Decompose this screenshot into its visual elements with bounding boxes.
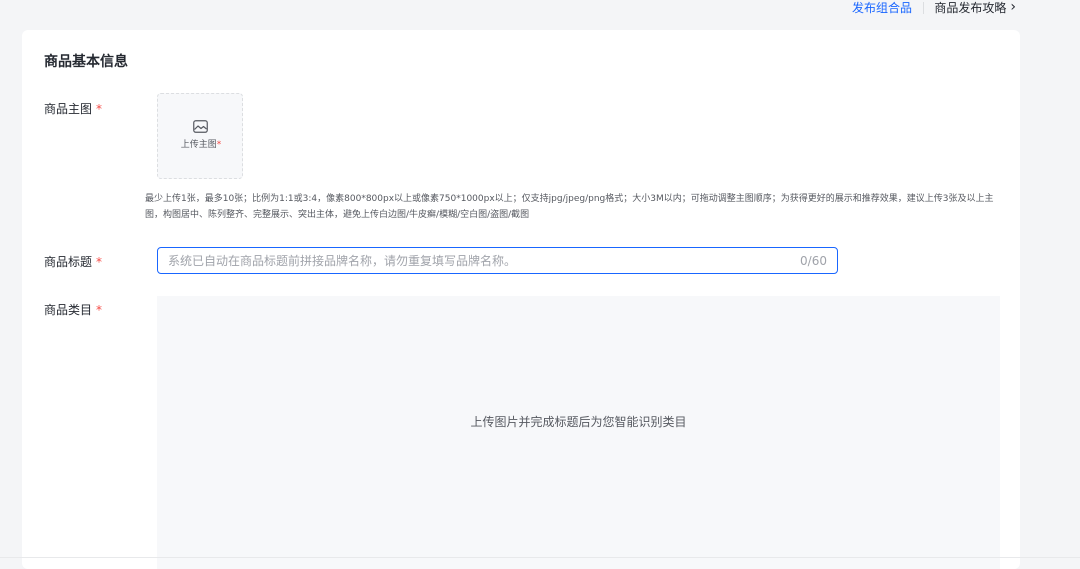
title-label: 商品标题 * — [44, 254, 102, 270]
top-bar: 发布组合品 商品发布攻略 › — [0, 0, 1080, 30]
upload-main-image-button[interactable]: 上传主图* — [157, 93, 243, 179]
main-image-label-text: 商品主图 — [44, 102, 93, 116]
upload-label: 上传主图 — [180, 140, 217, 150]
publish-guide-label: 商品发布攻略 — [934, 1, 1007, 15]
product-title-input[interactable]: 系统已自动在商品标题前拼接品牌名称，请勿重复填写品牌名称。 0/60 — [157, 247, 838, 274]
required-mark: * — [96, 255, 103, 269]
title-placeholder: 系统已自动在商品标题前拼接品牌名称，请勿重复填写品牌名称。 — [168, 254, 517, 268]
upload-main-image-text: 上传主图* — [158, 139, 244, 151]
basic-info-card: 商品基本信息 商品主图 * 上传主图* 最少上传1张，最多10张；比例为1:1或3… — [22, 30, 1020, 569]
title-label-text: 商品标题 — [44, 255, 93, 269]
main-image-hint: 最少上传1张，最多10张；比例为1:1或3:4，像素800*800px以上或像素… — [145, 194, 994, 220]
title-char-counter: 0/60 — [800, 254, 827, 268]
bottom-divider — [0, 557, 1080, 558]
required-mark: * — [216, 140, 222, 150]
divider — [923, 2, 924, 14]
publish-combo-link[interactable]: 发布组合品 — [852, 0, 912, 16]
section-title: 商品基本信息 — [44, 54, 128, 70]
required-mark: * — [96, 303, 103, 317]
image-icon — [193, 120, 208, 133]
publish-guide-link[interactable]: 商品发布攻略 › — [934, 0, 1016, 16]
category-recognition-area[interactable]: 上传图片并完成标题后为您智能识别类目 — [157, 296, 1000, 569]
chevron-right-icon: › — [1010, 0, 1016, 15]
required-mark: * — [96, 102, 103, 116]
main-image-label: 商品主图 * — [44, 101, 102, 117]
category-label-text: 商品类目 — [44, 303, 93, 317]
category-label: 商品类目 * — [44, 302, 102, 318]
category-placeholder-text: 上传图片并完成标题后为您智能识别类目 — [470, 415, 687, 429]
